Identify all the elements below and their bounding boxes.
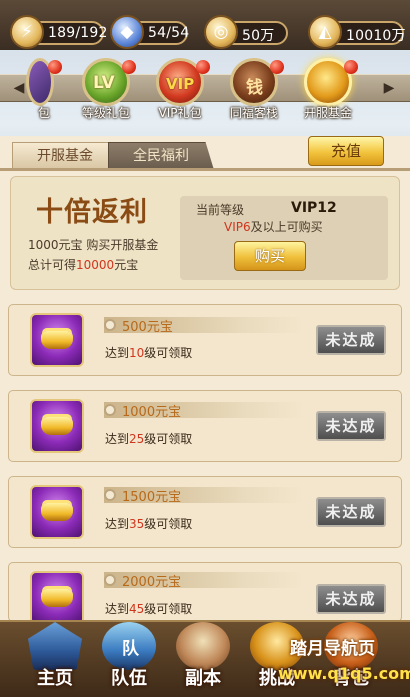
resource-stamina[interactable]: ⚡ 189/192 <box>10 15 107 49</box>
ingots-value: 10010万 <box>346 28 406 44</box>
carousel-right-arrow-icon[interactable]: ▶ <box>380 80 398 96</box>
nav-item-label: 包 <box>37 106 50 120</box>
status-not-reached-button[interactable]: 未达成 <box>316 411 386 441</box>
reward-amount: 2000元宝 <box>122 575 182 590</box>
nav-item-label: 同福客栈 <box>229 106 278 120</box>
vip-requirement: VIP6及以上可购买 <box>224 220 323 234</box>
palace-icon <box>28 622 82 670</box>
reward-requirement: 达到10级可领取 <box>105 346 193 360</box>
watermark-url: www.q1q5.com <box>278 664 410 683</box>
nav-item-vip-gift[interactable]: VIP VIP礼包 <box>150 58 210 124</box>
resource-energy[interactable]: ◆ 54/54 <box>110 15 190 49</box>
stamina-value: 189/192 <box>48 25 108 41</box>
coins-value: 50万 <box>242 28 275 44</box>
notification-dot-icon <box>344 60 358 74</box>
bottom-nav-team[interactable]: 队 队伍 <box>96 618 162 694</box>
nav-item-label: 等级礼包 <box>81 106 130 120</box>
current-vip-value: VIP12 <box>291 200 337 216</box>
lightning-icon: ⚡ <box>10 15 44 49</box>
gold-ingot-icon <box>30 571 84 625</box>
gem-icon: ◆ <box>110 15 144 49</box>
nav-item-level-gift[interactable]: LV 等级礼包 <box>76 58 136 124</box>
reward-requirement: 达到35级可领取 <box>105 517 193 531</box>
radio-dot-icon <box>104 404 116 416</box>
reward-amount: 500元宝 <box>122 320 173 335</box>
bottom-nav-label: 队伍 <box>111 668 147 689</box>
reward-amount: 1500元宝 <box>122 490 182 505</box>
reward-requirement: 达到45级可领取 <box>105 602 193 616</box>
fund-price-line: 1000元宝 购买开服基金 <box>28 238 159 252</box>
nav-item-inn[interactable]: 钱 同福客栈 <box>224 58 284 124</box>
nav-item-label: 开服基金 <box>303 106 352 120</box>
gold-ingot-icon <box>30 313 84 367</box>
notification-dot-icon <box>270 60 284 74</box>
radio-dot-icon <box>104 574 116 586</box>
energy-value: 54/54 <box>148 25 190 41</box>
nav-item-server-fund[interactable]: 开服基金 <box>298 58 358 124</box>
notification-dot-icon <box>196 60 210 74</box>
notification-dot-icon <box>122 60 136 74</box>
warrior-helmet-icon <box>176 622 230 670</box>
tab-divider <box>0 168 410 171</box>
bottom-nav-label: 主页 <box>37 668 73 689</box>
radio-dot-icon <box>104 489 116 501</box>
coin-icon: ◎ <box>204 15 238 49</box>
nav-item-label: VIP礼包 <box>158 106 202 120</box>
resource-coins[interactable]: ◎ 50万 <box>204 15 288 49</box>
status-not-reached-button[interactable]: 未达成 <box>316 584 386 614</box>
current-level-label: 当前等级 <box>196 203 245 217</box>
gold-ingot-icon <box>30 399 84 453</box>
bottom-nav-dungeon[interactable]: 副本 <box>170 618 236 694</box>
reward-amount: 1000元宝 <box>122 405 182 420</box>
recharge-button[interactable]: 充值 <box>308 136 384 166</box>
bottom-nav-home[interactable]: 主页 <box>22 618 88 694</box>
radio-dot-icon <box>104 319 116 331</box>
tab-welfare[interactable]: 全民福利 <box>108 142 214 170</box>
team-flag-icon: 队 <box>102 622 156 670</box>
bottom-nav-label: 副本 <box>185 668 221 689</box>
fund-total-line: 总计可得10000元宝 <box>28 258 139 272</box>
status-not-reached-button[interactable]: 未达成 <box>316 325 386 355</box>
tab-server-fund[interactable]: 开服基金 <box>12 142 118 169</box>
nav-item-gift-partial[interactable]: 包 <box>16 58 62 124</box>
watermark-title: 踏月导航页 <box>290 639 375 659</box>
gold-ingot-icon <box>30 485 84 539</box>
resource-ingots[interactable]: ◭ 10010万 <box>308 15 406 49</box>
buy-button[interactable]: 购买 <box>234 241 306 271</box>
notification-dot-icon <box>48 60 62 74</box>
gold-ingot-icon: ◭ <box>308 15 342 49</box>
fund-title: 十倍返利 <box>36 197 148 228</box>
reward-requirement: 达到25级可领取 <box>105 432 193 446</box>
status-not-reached-button[interactable]: 未达成 <box>316 497 386 527</box>
